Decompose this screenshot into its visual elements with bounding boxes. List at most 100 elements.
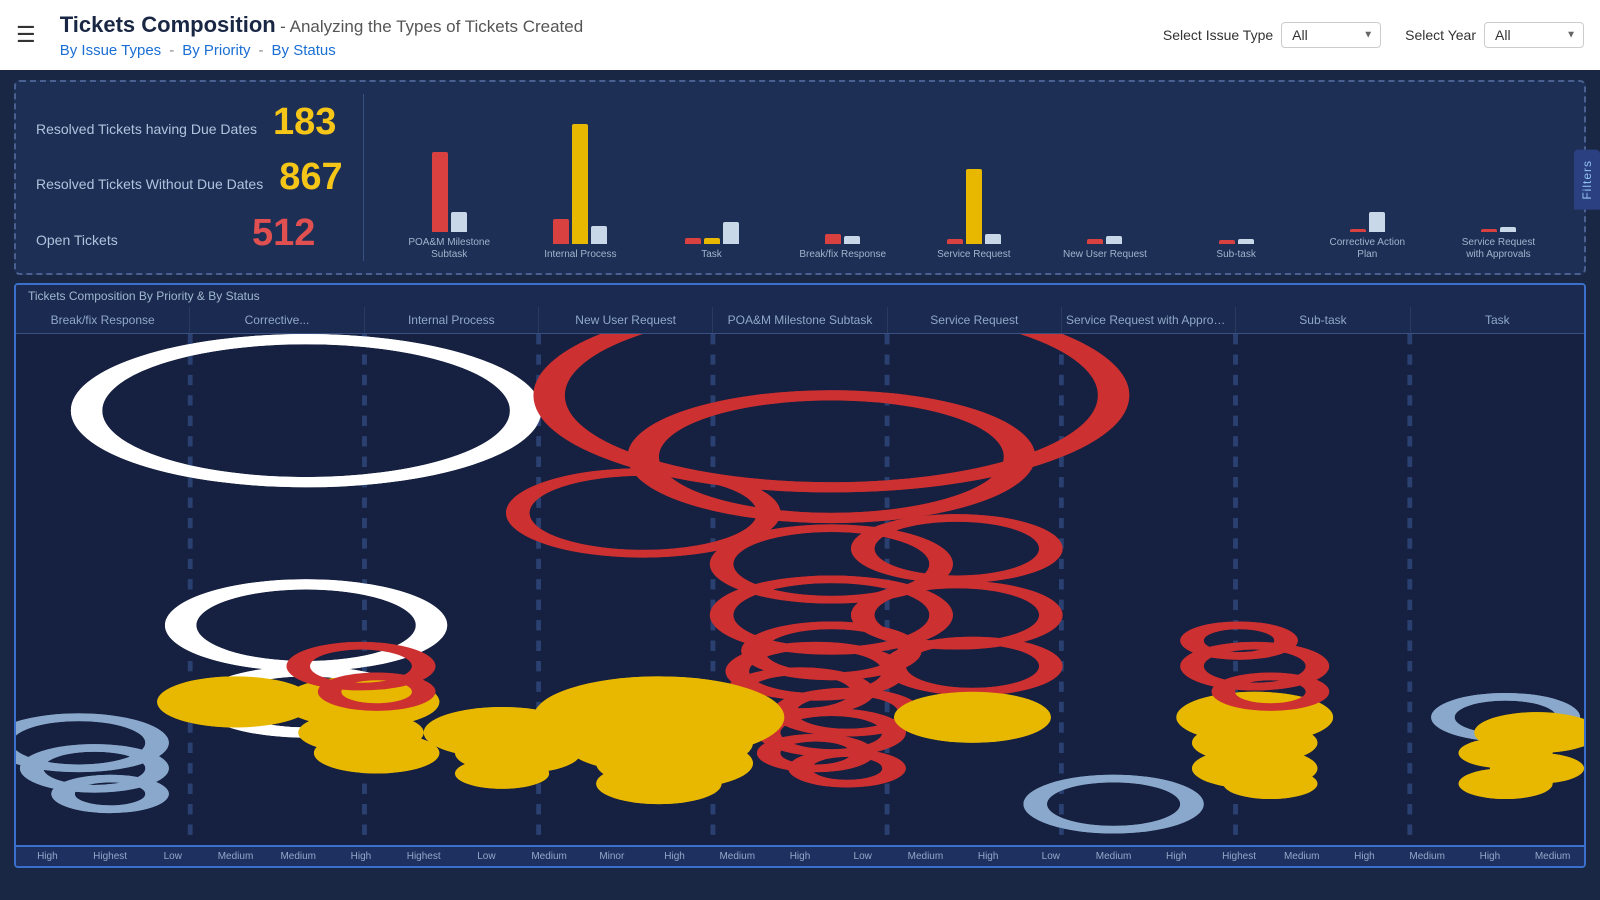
- scatter-circle-47: [1192, 625, 1286, 656]
- x-axis-label-2: Low: [141, 851, 204, 862]
- scatter-circle-15: [863, 518, 1051, 579]
- year-filter-group: Select Year All: [1405, 22, 1584, 48]
- nav-by-issue-types[interactable]: By Issue Types: [60, 42, 161, 59]
- bar-group-label-7: Corrective Action Plan: [1330, 237, 1406, 261]
- x-axis-label-0: High: [16, 851, 79, 862]
- scatter-circle-33: [1223, 768, 1317, 799]
- subtitle-text: - Analyzing the Types of Tickets Created: [280, 17, 583, 36]
- bar-7-2: [1369, 212, 1385, 232]
- bar-group-4: Service Request: [908, 94, 1039, 261]
- bar-group-label-2: Task: [701, 249, 722, 261]
- filters-tab[interactable]: Filters: [1574, 150, 1600, 210]
- issue-type-label: Select Issue Type: [1163, 27, 1273, 43]
- x-axis-bar: HighHighestLowMediumMediumHighHighestLow…: [16, 845, 1584, 866]
- scatter-circle-16: [863, 584, 1051, 645]
- x-axis-label-15: High: [957, 851, 1020, 862]
- x-axis-label-8: Medium: [518, 851, 581, 862]
- bar-8-0: [1481, 229, 1497, 232]
- bars-row-2: [646, 94, 777, 244]
- bar-group-label-3: Break/fix Response: [799, 249, 886, 261]
- year-label: Select Year: [1405, 27, 1476, 43]
- x-axis-label-17: Medium: [1082, 851, 1145, 862]
- bar-group-7: Corrective Action Plan: [1302, 94, 1433, 261]
- bars-row-6: [1171, 94, 1302, 244]
- bar-group-5: New User Request: [1039, 94, 1170, 261]
- kpi-value-2: 867: [279, 158, 342, 196]
- scatter-body: [16, 334, 1584, 845]
- bar-group-label-0: POA&M Milestone Subtask: [408, 237, 490, 261]
- x-axis-label-5: High: [330, 851, 393, 862]
- scatter-col-header-4: POA&M Milestone Subtask: [713, 307, 887, 333]
- issue-type-filter-group: Select Issue Type All: [1163, 22, 1381, 48]
- scatter-columns: Break/fix ResponseCorrective...Internal …: [16, 307, 1584, 334]
- x-axis-label-16: Low: [1020, 851, 1083, 862]
- bars-row-8: [1433, 94, 1564, 232]
- bar-4-0: [947, 239, 963, 244]
- kpi-label-3: Open Tickets: [36, 232, 236, 248]
- page-title: Tickets Composition - Analyzing the Type…: [60, 12, 583, 38]
- kpi-row-resolved-without-dates: Resolved Tickets Without Due Dates 867: [36, 158, 343, 196]
- scatter-subtitle: Tickets Composition By Priority & By Sta…: [16, 285, 1584, 307]
- scatter-circle-24: [455, 758, 549, 789]
- x-axis-label-18: High: [1145, 851, 1208, 862]
- nav-by-priority[interactable]: By Priority: [182, 42, 250, 59]
- bar-group-label-5: New User Request: [1063, 249, 1147, 261]
- scatter-circle-29: [894, 692, 1051, 743]
- kpi-label-1: Resolved Tickets having Due Dates: [36, 121, 257, 137]
- issue-type-select-wrapper[interactable]: All: [1281, 22, 1381, 48]
- bar-0-2: [451, 212, 467, 232]
- x-axis-label-23: High: [1459, 851, 1522, 862]
- scatter-col-header-3: New User Request: [539, 307, 713, 333]
- x-axis-label-10: High: [643, 851, 706, 862]
- header-nav: By Issue Types - By Priority - By Status: [60, 42, 583, 59]
- scatter-circle-42: [63, 779, 157, 810]
- scatter-circle-34: [1035, 779, 1192, 830]
- year-select[interactable]: All: [1484, 22, 1584, 48]
- kpi-label-2: Resolved Tickets Without Due Dates: [36, 176, 263, 192]
- scatter-circle-0: [87, 339, 526, 482]
- title-text: Tickets Composition: [60, 12, 276, 37]
- bar-group-2: Task: [646, 94, 777, 261]
- x-axis-label-24: Medium: [1521, 851, 1584, 862]
- bars-row-5: [1039, 94, 1170, 244]
- year-select-wrapper[interactable]: All: [1484, 22, 1584, 48]
- bars-row-7: [1302, 94, 1433, 232]
- x-axis-label-14: Medium: [894, 851, 957, 862]
- scatter-col-header-7: Sub-task: [1236, 307, 1410, 333]
- bar-group-6: Sub-task: [1171, 94, 1302, 261]
- bars-row-4: [908, 94, 1039, 244]
- nav-by-status[interactable]: By Status: [272, 42, 336, 59]
- issue-type-select[interactable]: All: [1281, 22, 1381, 48]
- bar-group-label-4: Service Request: [937, 249, 1010, 261]
- x-axis-label-4: Medium: [267, 851, 330, 862]
- bar-2-1: [704, 238, 720, 244]
- header-right: Select Issue Type All Select Year All: [1163, 22, 1584, 48]
- bar-group-3: Break/fix Response: [777, 94, 908, 261]
- scatter-circle-28: [596, 763, 721, 804]
- bar-group-label-8: Service Request with Approvals: [1462, 237, 1535, 261]
- x-axis-label-12: High: [769, 851, 832, 862]
- scatter-col-header-1: Corrective...: [190, 307, 364, 333]
- top-panel: Resolved Tickets having Due Dates 183 Re…: [14, 80, 1586, 275]
- bar-4-1: [966, 169, 982, 244]
- scatter-circle-21: [314, 733, 439, 774]
- scatter-col-header-0: Break/fix Response: [16, 307, 190, 333]
- nav-sep-1: -: [169, 42, 174, 59]
- bar-group-0: POA&M Milestone Subtask: [384, 94, 515, 261]
- bar-6-2: [1238, 239, 1254, 244]
- bar-8-2: [1500, 227, 1516, 232]
- kpi-row-open-tickets: Open Tickets 512: [36, 214, 343, 252]
- hamburger-icon[interactable]: ☰: [16, 22, 36, 48]
- kpi-value-3: 512: [252, 214, 315, 252]
- scatter-col-header-6: Service Request with Approvals: [1062, 307, 1236, 333]
- bar-7-0: [1350, 229, 1366, 232]
- header: ☰ Tickets Composition - Analyzing the Ty…: [0, 0, 1600, 70]
- x-axis-label-20: Medium: [1270, 851, 1333, 862]
- bars-row-0: [384, 94, 515, 232]
- bar-group-label-1: Internal Process: [544, 249, 616, 261]
- scatter-col-header-2: Internal Process: [365, 307, 539, 333]
- bottom-panel: Tickets Composition By Priority & By Sta…: [14, 283, 1586, 868]
- x-axis-label-7: Low: [455, 851, 518, 862]
- x-axis-label-11: Medium: [706, 851, 769, 862]
- x-axis-label-19: Highest: [1208, 851, 1271, 862]
